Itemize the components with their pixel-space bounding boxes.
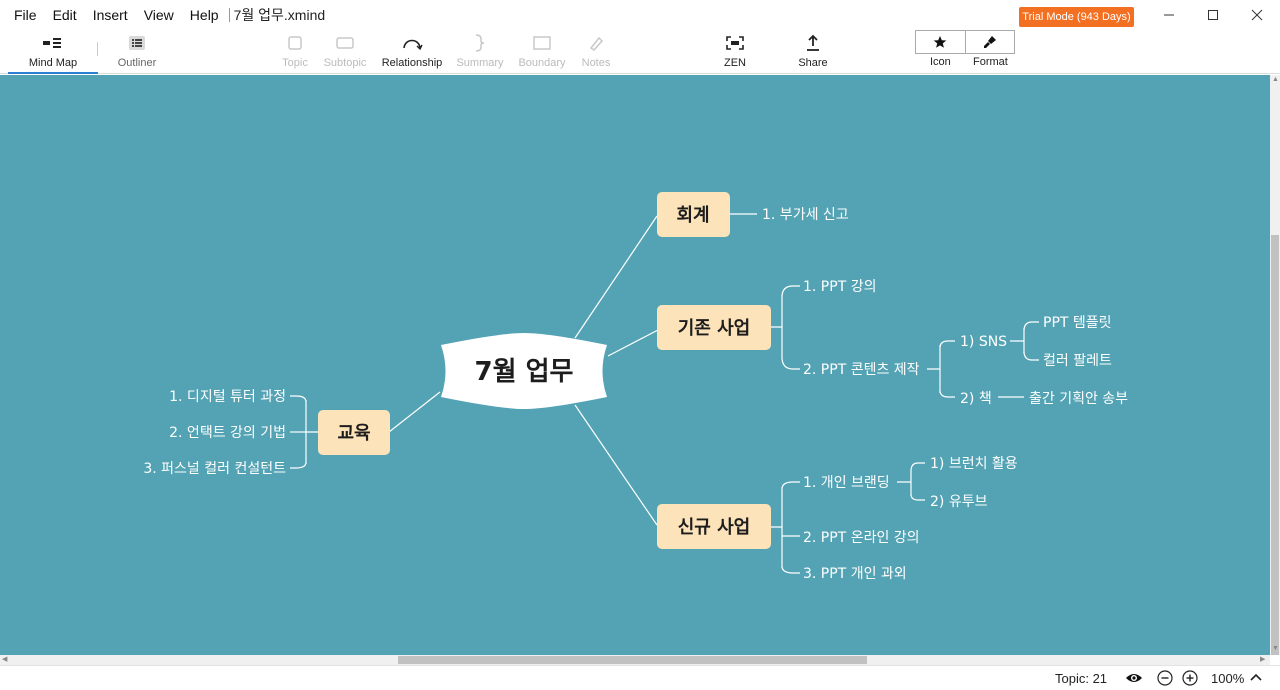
minimize-icon xyxy=(1164,14,1174,16)
topic-button[interactable]: Topic xyxy=(275,30,315,74)
topic-count: Topic: 21 xyxy=(1055,671,1108,686)
vertical-scroll-thumb[interactable] xyxy=(1271,235,1279,655)
summary-icon xyxy=(475,34,485,52)
window-title: 7월 업무.xmind xyxy=(228,8,325,22)
subtopic-ppt-online-lecture[interactable]: 2. PPT 온라인 강의 xyxy=(803,530,920,546)
summary-button[interactable]: Summary xyxy=(454,30,506,74)
maximize-icon xyxy=(1208,10,1218,20)
relationship-icon xyxy=(403,39,423,51)
tab-outliner[interactable]: Outliner xyxy=(104,30,170,74)
notes-icon xyxy=(589,36,604,51)
maximize-button[interactable] xyxy=(1190,0,1236,30)
scroll-up-icon[interactable]: ▲ xyxy=(1272,76,1279,83)
close-button[interactable] xyxy=(1234,0,1280,30)
zoom-level[interactable]: 100% xyxy=(1211,671,1244,686)
mind-map-icon xyxy=(43,38,61,48)
relationship-button[interactable]: Relationship xyxy=(380,30,444,74)
zen-icon xyxy=(726,36,744,50)
menu-view[interactable]: View xyxy=(136,0,182,30)
subtopic-personal-branding[interactable]: 1. 개인 브랜딩 xyxy=(803,475,890,491)
close-icon xyxy=(1251,9,1263,21)
subtopic-book-proposal[interactable]: 출간 기획안 송부 xyxy=(1029,391,1128,407)
central-topic[interactable]: 7월 업무 xyxy=(441,333,607,409)
boundary-icon xyxy=(533,36,551,50)
main-topic-label: 신규 사업 xyxy=(678,517,751,538)
subtopic-sns[interactable]: 1) SNS xyxy=(960,334,1007,350)
main-topic-label: 기존 사업 xyxy=(678,318,751,339)
topic-icon xyxy=(288,36,302,50)
menu-file[interactable]: File xyxy=(0,0,45,30)
xmind-window: File Edit Insert View Help 7월 업무.xmind T… xyxy=(0,0,1280,690)
format-button[interactable] xyxy=(966,31,1015,53)
trial-mode-badge[interactable]: Trial Mode (943 Days) xyxy=(1019,7,1134,27)
subtopic-ppt-tutoring[interactable]: 3. PPT 개인 과외 xyxy=(803,566,907,582)
subtopic-button[interactable]: Subtopic xyxy=(320,30,370,74)
horizontal-scrollbar[interactable]: ◀ ▶ xyxy=(0,655,1270,665)
subtopic-ppt-template[interactable]: PPT 템플릿 xyxy=(1043,315,1112,331)
minimize-button[interactable] xyxy=(1146,0,1192,30)
menu-insert[interactable]: Insert xyxy=(85,0,136,30)
chevron-up-icon[interactable] xyxy=(1248,670,1264,686)
subtopic-book[interactable]: 2) 책 xyxy=(960,391,992,407)
mind-map: 7월 업무 회계 기존 사업 신규 사업 교육 1. 부가세 신고 1. PPT… xyxy=(143,192,1128,582)
zen-button[interactable]: ZEN xyxy=(715,30,755,74)
mind-map-canvas[interactable]: 7월 업무 회계 기존 사업 신규 사업 교육 1. 부가세 신고 1. PPT… xyxy=(0,75,1270,655)
subtopic-color-palette[interactable]: 컬러 팔레트 xyxy=(1043,353,1112,369)
main-topic-existing-business[interactable]: 기존 사업 xyxy=(657,305,771,350)
main-topic-new-business[interactable]: 신규 사업 xyxy=(657,504,771,549)
format-label: Format xyxy=(973,56,1008,68)
toolbar-separator xyxy=(97,42,98,56)
boundary-button[interactable]: Boundary xyxy=(516,30,568,74)
star-icon xyxy=(933,36,947,48)
menu-edit[interactable]: Edit xyxy=(45,0,85,30)
subtopic-youtube[interactable]: 2) 유투브 xyxy=(930,494,988,510)
vertical-scrollbar[interactable]: ▲ ▼ xyxy=(1270,75,1280,655)
central-topic-label: 7월 업무 xyxy=(475,357,574,387)
subtopic-brunch[interactable]: 1) 브런치 활용 xyxy=(930,456,1018,472)
main-topic-label: 교육 xyxy=(337,423,370,444)
subtopic-ppt-content[interactable]: 2. PPT 콘텐츠 제작 xyxy=(803,362,920,378)
eye-icon[interactable] xyxy=(1125,670,1143,686)
scroll-down-icon[interactable]: ▼ xyxy=(1272,645,1279,652)
icon-label: Icon xyxy=(930,56,951,68)
subtopic-ppt-lecture[interactable]: 1. PPT 강의 xyxy=(803,279,876,295)
main-topic-education[interactable]: 교육 xyxy=(318,410,390,455)
icon-format-group xyxy=(915,30,1015,54)
zoom-out-icon[interactable] xyxy=(1157,670,1173,686)
scroll-right-icon[interactable]: ▶ xyxy=(1260,655,1265,663)
icon-button[interactable] xyxy=(916,31,966,53)
share-icon xyxy=(807,34,819,51)
horizontal-scroll-thumb[interactable] xyxy=(398,656,867,664)
menu-help[interactable]: Help xyxy=(182,0,227,30)
paint-brush-icon xyxy=(983,36,996,48)
outliner-icon xyxy=(129,36,145,50)
subtopic-untact-lecture[interactable]: 2. 언택트 강의 기법 xyxy=(169,425,286,441)
subtopic-personal-color[interactable]: 3. 퍼스널 컬러 컨설턴트 xyxy=(143,461,286,477)
subtopic-vat-filing[interactable]: 1. 부가세 신고 xyxy=(762,207,849,223)
zoom-in-icon[interactable] xyxy=(1182,670,1198,686)
tab-mind-map[interactable]: Mind Map xyxy=(8,30,98,74)
toolbar: Mind Map Outliner Topic Subtopic Relatio… xyxy=(0,30,1280,74)
subtopic-icon xyxy=(336,37,354,49)
status-bar: Topic: 21 100% xyxy=(0,665,1280,690)
scroll-left-icon[interactable]: ◀ xyxy=(2,655,7,663)
main-topic-accounting[interactable]: 회계 xyxy=(657,192,730,237)
subtopic-digital-tutor[interactable]: 1. 디지털 튜터 과정 xyxy=(169,389,286,405)
main-topic-label: 회계 xyxy=(676,205,709,226)
share-button[interactable]: Share xyxy=(793,30,833,74)
notes-button[interactable]: Notes xyxy=(576,30,616,74)
